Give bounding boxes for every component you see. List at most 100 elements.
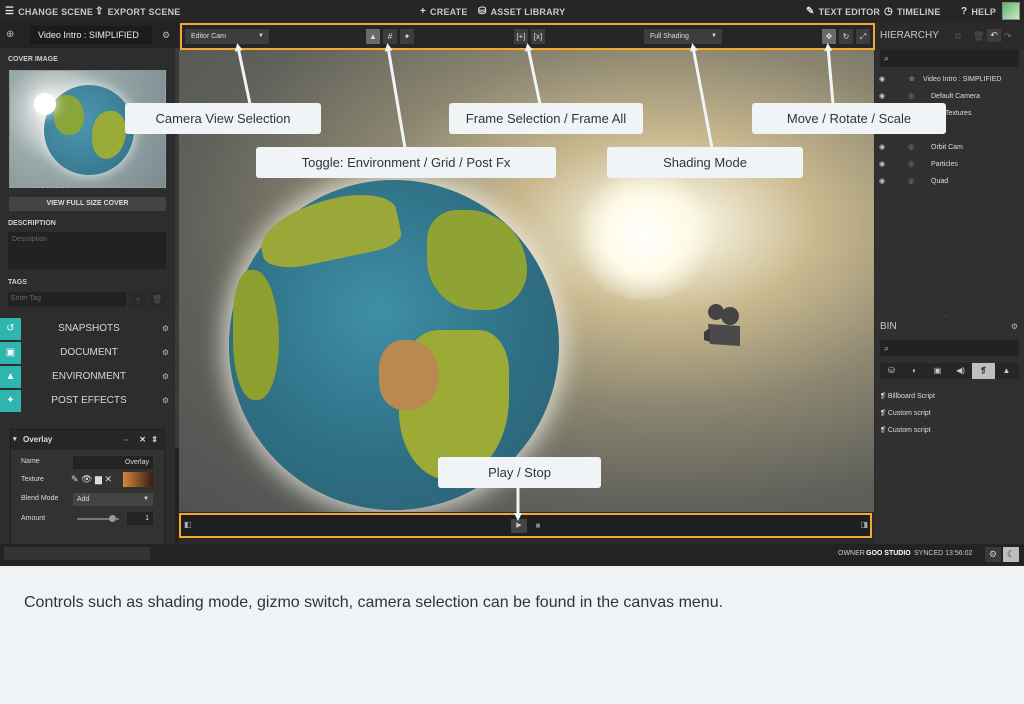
toggle-environment-icon[interactable]: ▲: [366, 29, 380, 44]
user-avatar[interactable]: [1002, 2, 1020, 20]
blend-mode-value: Add: [77, 496, 90, 503]
scene-settings-gear-icon[interactable]: ⚙: [162, 30, 170, 41]
bin-item[interactable]: ❡ Billboard Script: [880, 392, 935, 400]
camera-select[interactable]: Editor Cam ▼: [185, 29, 269, 44]
redo-icon[interactable]: ↷: [1004, 22, 1012, 50]
blend-mode-label: Blend Mode: [21, 495, 59, 502]
visibility-eye-icon[interactable]: ◉: [879, 157, 885, 173]
editor-app: ☰ CHANGE SCENE ⇪ EXPORT SCENE + CREATE ⛁ ASS…: [0, 0, 1024, 566]
duplicate-icon[interactable]: ⧉: [955, 22, 961, 50]
callout-move-rotate-scale: Move / Rotate / Scale: [752, 103, 946, 134]
hierarchy-search-input[interactable]: ⌕: [880, 50, 1019, 67]
globe-icon: ⊕: [6, 29, 15, 40]
toggle-post-fx-wand-icon[interactable]: ✦: [400, 29, 414, 44]
section-document[interactable]: ▣ DOCUMENT ⚙: [0, 342, 175, 364]
frame-all-icon[interactable]: [x]: [531, 29, 545, 44]
delete-tag-button[interactable]: 🗑: [149, 292, 165, 307]
undo-icon[interactable]: ↶: [987, 29, 1001, 42]
asset-library-button[interactable]: ⛁ ASSET LIBRARY: [478, 6, 565, 17]
bin-item[interactable]: ❡ Custom script: [880, 409, 931, 417]
caption-text: Controls such as shading mode, gizmo swi…: [24, 594, 724, 611]
section-environment[interactable]: ▲ ENVIRONMENT ⚙: [0, 366, 175, 388]
bin-gear-icon[interactable]: ⚙: [1011, 316, 1018, 338]
visibility-eye-icon[interactable]: ◉: [879, 174, 885, 190]
shading-mode-select[interactable]: Full Shading ▼: [644, 29, 722, 44]
scripts-filter-icon[interactable]: ❡: [972, 363, 995, 379]
view-full-size-cover-button[interactable]: VIEW FULL SIZE COVER: [9, 197, 166, 211]
amount-slider[interactable]: [77, 515, 119, 522]
overlay-header[interactable]: ▾ Overlay ⇔ ✕ ⇕: [11, 430, 164, 450]
help-button[interactable]: ? HELP: [961, 6, 996, 17]
scale-gizmo-icon[interactable]: ⤢: [856, 29, 870, 44]
visibility-eye-icon[interactable]: ◉: [879, 140, 885, 156]
section-post-effects[interactable]: ✦ POST EFFECTS ⚙: [0, 390, 175, 412]
entity-icon: ◎: [908, 178, 915, 185]
rotate-gizmo-icon[interactable]: ↻: [839, 29, 853, 44]
tags-label: TAGS: [8, 279, 27, 286]
gear-icon[interactable]: ⚙: [162, 396, 169, 405]
expand-right-icon[interactable]: ◨: [860, 520, 868, 529]
scene-name-field[interactable]: Video Intro : SIMPLIFIED: [30, 26, 152, 44]
entities-filter-icon[interactable]: ⛁: [880, 363, 903, 379]
hierarchy-item[interactable]: ◉ ◎ Quad: [875, 174, 1024, 190]
amount-input[interactable]: 1: [127, 512, 153, 525]
overlay-name-field[interactable]: Overlay: [73, 456, 153, 469]
name-label: Name: [21, 458, 40, 465]
blend-mode-select[interactable]: Add ▼: [73, 493, 153, 506]
eye-icon[interactable]: 👁: [81, 474, 92, 484]
reorder-icon[interactable]: ⇕: [151, 430, 158, 450]
scene-header: ⊕ Video Intro : SIMPLIFIED ⚙: [0, 22, 175, 48]
menu-icon: ☰: [5, 6, 15, 17]
top-menu-bar: ☰ CHANGE SCENE ⇪ EXPORT SCENE + CREATE ⛁ ASS…: [0, 0, 1024, 22]
close-icon[interactable]: ✕: [139, 430, 146, 450]
gear-icon[interactable]: ⚙: [162, 348, 169, 357]
bin-search-input[interactable]: ⌕: [880, 340, 1019, 356]
document-icon: ▣: [0, 342, 21, 364]
textures-filter-icon[interactable]: ▣: [926, 363, 949, 379]
export-scene-button[interactable]: ⇪ EXPORT SCENE: [95, 6, 181, 17]
expand-left-icon[interactable]: ◧: [184, 520, 192, 529]
timeline-button[interactable]: ◷ TIMELINE: [884, 6, 941, 17]
texture-thumbnail[interactable]: [123, 472, 153, 487]
play-button[interactable]: ▶: [511, 519, 527, 533]
sounds-filter-icon[interactable]: ◀): [949, 363, 972, 379]
asset-library-icon: ⛁: [478, 6, 487, 17]
bin-title: BIN: [880, 321, 897, 332]
materials-filter-icon[interactable]: ◐: [903, 363, 926, 379]
bin-item[interactable]: ❡ Custom script: [880, 426, 931, 434]
delete-icon[interactable]: 🗑: [973, 22, 984, 50]
move-gizmo-icon[interactable]: ✥: [822, 29, 836, 44]
add-tag-button[interactable]: +: [130, 292, 146, 307]
right-panel: HIERARCHY ⧉ 🗑 ↶ ↷ ⌕ ◉ ⊕ Video Intro : SIMP…: [875, 22, 1024, 544]
text-editor-button[interactable]: ✎ TEXT EDITOR: [806, 6, 880, 17]
gear-icon[interactable]: ⚙: [162, 372, 169, 381]
slider-handle[interactable]: [109, 515, 117, 522]
post-effects-wand-icon: ✦: [0, 390, 21, 412]
gear-icon[interactable]: ⚙: [162, 324, 169, 333]
visibility-eye-icon[interactable]: ◉: [879, 72, 885, 88]
close-icon[interactable]: ✕: [104, 474, 112, 484]
frame-selection-icon[interactable]: [+]: [514, 29, 528, 44]
environment-filter-icon[interactable]: ▲: [995, 363, 1018, 379]
toggle-grid-icon[interactable]: #: [383, 29, 397, 44]
description-field[interactable]: Description: [8, 232, 166, 269]
stop-button[interactable]: ■: [533, 519, 543, 533]
toggle-icon[interactable]: ⇔: [122, 430, 130, 450]
section-snapshots[interactable]: ↺ SNAPSHOTS ⚙: [0, 318, 175, 340]
chevron-down-icon: ▼: [143, 496, 149, 502]
camera-gizmo-icon[interactable]: [704, 302, 746, 348]
folder-icon[interactable]: ▆: [95, 474, 102, 484]
change-scene-button[interactable]: ☰ CHANGE SCENE: [5, 6, 93, 17]
night-mode-moon-icon[interactable]: ☾: [1003, 547, 1019, 562]
tag-input[interactable]: Enter Tag: [8, 292, 126, 307]
bin-item-label: Custom script: [887, 427, 931, 434]
hierarchy-item[interactable]: ◉ ⊕ Video Intro : SIMPLIFIED: [875, 72, 1024, 88]
hierarchy-item[interactable]: ◉ ◎ Orbit Cam: [875, 140, 1024, 156]
edit-pencil-icon[interactable]: ✎: [71, 474, 79, 484]
callout-camera-view: Camera View Selection: [125, 103, 321, 134]
create-button[interactable]: + CREATE: [420, 6, 468, 17]
section-label: POST EFFECTS: [51, 395, 127, 406]
hierarchy-item[interactable]: ◉ ◎ Particles: [875, 157, 1024, 173]
settings-gear-icon[interactable]: ⚙: [985, 547, 1001, 562]
collapse-chevron-icon[interactable]: ▾: [13, 430, 17, 450]
